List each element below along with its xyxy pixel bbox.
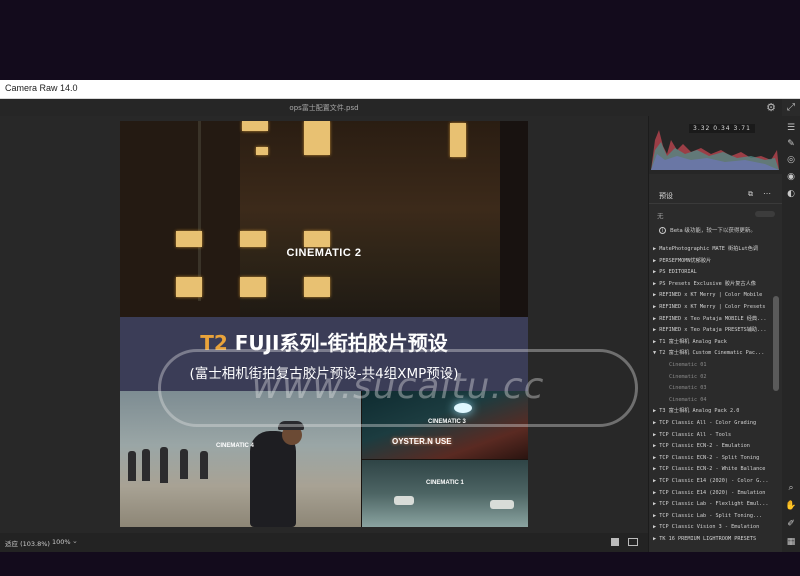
- window-light: [304, 121, 330, 155]
- preset-group[interactable]: ▶ T3 富士相机 Analog Pack 2.0: [653, 406, 771, 417]
- preset-group[interactable]: ▶ T1 富士相机 Analog Pack: [653, 337, 771, 348]
- window-light: [450, 123, 466, 157]
- histogram: 3.32 0.34 3.71: [649, 116, 783, 174]
- thumb-label: CINEMATIC 1: [426, 480, 464, 486]
- preset-group[interactable]: ▶ TCP Classic All - Tools: [653, 430, 771, 441]
- preset-list: ▶ MatePhotographic MATE 街拍Lut色调 ▶ PERSEFM…: [649, 244, 773, 552]
- preset-group[interactable]: ▶ PS EDITORIAL: [653, 267, 771, 278]
- preset-group[interactable]: ▶ TCP Classic ECN-2 - White Ballance: [653, 464, 771, 475]
- preset-group[interactable]: ▶ REFINED x Teo Pataja PRESETS辅助...: [653, 325, 771, 336]
- preset-group[interactable]: ▶ TCP Classic E14 (2020) - Emulation: [653, 488, 771, 499]
- pedestrian: [160, 447, 168, 483]
- preset-group[interactable]: ▶ REFINED x KT Merry | Color Mobile: [653, 290, 771, 301]
- window-title: Camera Raw 14.0: [5, 83, 78, 93]
- window-light: [242, 121, 268, 131]
- camera-raw-app: ops富士配置文件.psd ⚙ ⤢ CINEMATIC 2 T2 FUJI系列-…: [0, 99, 800, 552]
- preset-group[interactable]: ▶ PERSEFMOMN忧郁胶片: [653, 256, 771, 267]
- before-after-icon[interactable]: [611, 538, 619, 546]
- preset-item[interactable]: Cinematic 04: [669, 395, 773, 406]
- beta-note: i Beta 级功能，较一下以获得更新。: [659, 226, 779, 234]
- window-light: [304, 277, 330, 297]
- preset-group[interactable]: ▶ TCP Classic ECN-2 - Split Toning: [653, 453, 771, 464]
- neon-sign: OYSTER.N USE: [392, 437, 452, 446]
- status-bar: 适应 (103.8%) 100% ⌄: [0, 533, 648, 552]
- window-titlebar: Camera Raw 14.0: [0, 80, 800, 99]
- amount-slider[interactable]: [755, 211, 775, 217]
- gear-icon[interactable]: ⚙: [764, 101, 778, 114]
- preset-group[interactable]: ▶ REFINED x Teo Pataja MOBILE 经典...: [653, 314, 771, 325]
- window-light: [176, 231, 202, 247]
- top-black-margin: [0, 0, 800, 80]
- hand-icon[interactable]: ✋: [785, 500, 797, 512]
- preset-item[interactable]: Cinematic 01: [669, 360, 773, 371]
- thumb-label: CINEMATIC 4: [216, 443, 254, 449]
- chevron-down-icon[interactable]: ⌄: [72, 537, 78, 545]
- mask-icon[interactable]: ◐: [785, 188, 797, 200]
- beta-note-text: Beta 级功能，较一下以获得更新。: [670, 228, 756, 234]
- zoom-icon[interactable]: ⌕: [785, 482, 797, 494]
- watermark: www.sucaitu.cc: [158, 349, 638, 427]
- pedestrian: [142, 449, 150, 481]
- preset-item[interactable]: Cinematic 03: [669, 383, 773, 394]
- preset-group[interactable]: ▶ TCP Classic E14 (2020) - Color G...: [653, 476, 771, 487]
- document-filename: ops富士配置文件.psd: [289, 104, 359, 112]
- amount-label: 无: [657, 212, 664, 220]
- image-top-scene: CINEMATIC 2: [120, 121, 528, 317]
- window-light: [256, 147, 268, 155]
- tool-strip: ☰ ✎ ◎ ◉ ◐ ⌕ ✋ ✐ ▦: [782, 116, 800, 552]
- compare-view-icon[interactable]: [628, 538, 638, 546]
- preset-group[interactable]: ▶ TCP Classic All - Color Grading: [653, 418, 771, 429]
- building-right: [500, 121, 528, 317]
- info-icon: i: [659, 227, 666, 234]
- document-bar: ops富士配置文件.psd: [0, 99, 782, 116]
- pedestrian: [128, 451, 136, 481]
- more-icon[interactable]: ⋯: [763, 189, 771, 198]
- grid-icon[interactable]: ▦: [785, 536, 797, 548]
- cinematic-main-label: CINEMATIC 2: [286, 247, 362, 259]
- pedestrian: [200, 451, 208, 479]
- brush-icon[interactable]: ✎: [785, 138, 797, 150]
- preset-group[interactable]: ▶ PS Presets Exclusive 胶片复古人像: [653, 279, 771, 290]
- preset-group[interactable]: ▶ TCP Classic Lab - Flexlight Emul...: [653, 499, 771, 510]
- car: [490, 500, 514, 509]
- zoom-level[interactable]: 100%: [52, 538, 71, 546]
- preset-item[interactable]: Cinematic 02: [669, 372, 773, 383]
- car: [394, 496, 414, 505]
- histogram-readout: 3.32 0.34 3.71: [689, 124, 755, 133]
- lamp-post: [198, 121, 201, 301]
- preset-group[interactable]: ▶ TK 16 PREMIUM LIGHTROOM PRESETS: [653, 534, 771, 545]
- preset-group[interactable]: ▶ TCP Classic ECN-2 - Emulation: [653, 441, 771, 452]
- preview-image: CINEMATIC 2 T2 FUJI系列-街拍胶片预设 (富士相机街拍复古胶片…: [120, 121, 528, 527]
- preset-scrollbar[interactable]: [773, 296, 779, 391]
- window-light: [304, 231, 330, 247]
- right-panel: 3.32 0.34 3.71 预设 ⧉ ⋯ 无 i Beta 级功能，较一下以获得…: [648, 116, 783, 552]
- bottom-black-margin: [0, 552, 800, 576]
- watermark-text: www.sucaitu.cc: [251, 366, 545, 407]
- presets-header: 预设 ⧉ ⋯: [649, 188, 783, 204]
- window-light: [176, 277, 202, 297]
- pedestrian: [180, 449, 188, 479]
- redeye-icon[interactable]: ◉: [785, 171, 797, 183]
- man-in-coat: [250, 431, 296, 527]
- fit-zoom[interactable]: 适应 (103.8%): [5, 538, 50, 548]
- expand-icon[interactable]: ⤢: [784, 101, 798, 114]
- sliders-icon[interactable]: ☰: [785, 122, 797, 134]
- preset-group[interactable]: ▶ REFINED x KT Merry | Color Presets: [653, 302, 771, 313]
- image-canvas[interactable]: CINEMATIC 2 T2 FUJI系列-街拍胶片预设 (富士相机街拍复古胶片…: [0, 116, 648, 533]
- presets-title: 预设: [659, 192, 673, 200]
- heal-icon[interactable]: ◎: [785, 154, 797, 166]
- preset-group[interactable]: ▶ TCP Classic Vision 3 - Emulation: [653, 522, 771, 533]
- thumb-cinematic-1: CINEMATIC 1: [362, 460, 528, 527]
- window-light: [240, 231, 266, 247]
- window-light: [240, 277, 266, 297]
- preset-group[interactable]: ▼ T2 富士相机 Custom Cinematic Pac...: [653, 348, 771, 359]
- preset-group[interactable]: ▶ TCP Classic Lab - Split Toning...: [653, 511, 771, 522]
- preset-group[interactable]: ▶ MatePhotographic MATE 街拍Lut色调: [653, 244, 771, 255]
- new-preset-icon[interactable]: ⧉: [748, 190, 753, 199]
- eyedropper-icon[interactable]: ✐: [785, 518, 797, 530]
